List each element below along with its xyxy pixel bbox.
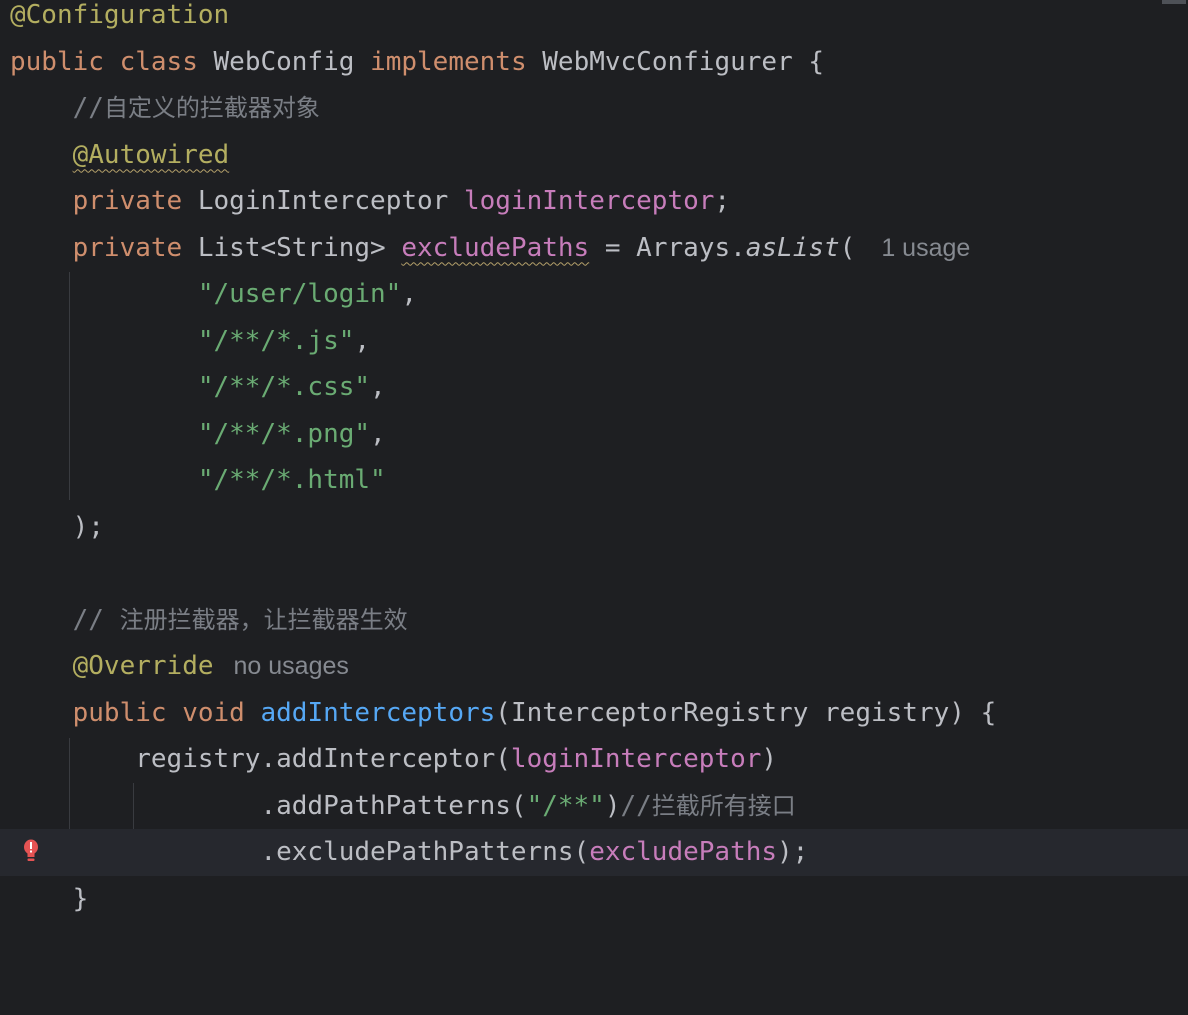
open-brace: { [808,46,825,77]
comma: , [401,279,417,309]
code-line-8: "/**/*.js", [0,318,1188,365]
code-line-2: public class WebConfig implements WebMvc… [0,39,1188,86]
class-name: WebConfig [213,46,355,77]
string-literal: "/**/*.css" [197,372,371,402]
keyword-class: class [119,46,198,77]
param-name: registry [824,697,950,728]
comma: , [370,372,386,402]
close-paren: ) [604,790,621,821]
type-list-string: List<String> [197,232,386,263]
code-line-9: "/**/*.css", [0,364,1188,411]
usage-hint[interactable]: 1 usage [881,234,970,262]
comma: , [370,418,386,449]
code-line-16: public void addInterceptors(InterceptorR… [0,690,1188,737]
keyword-implements: implements [370,46,527,77]
open-paren: ( [495,697,511,728]
field-login-interceptor: loginInterceptor [510,744,762,774]
keyword-private: private [72,186,183,216]
code-line-14: // 注册拦截器，让拦截器生效 [0,597,1188,644]
annotation-configuration: @Configuration [10,0,230,30]
method-add-interceptors: addInterceptors [260,697,496,728]
code-line-17: registry.addInterceptor(loginInterceptor… [0,736,1188,783]
code-line-4: @Autowired [0,132,1188,179]
usage-hint[interactable]: no usages [234,652,349,680]
code-line-5: private LoginInterceptor loginIntercepto… [0,178,1188,225]
keyword-public: public [72,697,167,728]
string-literal: "/**/*.html" [197,465,386,495]
close-paren: ) [761,744,778,774]
code-line-7: "/user/login", [0,271,1188,318]
code-line-1: @Configuration [0,0,1188,39]
code-line-12: ); [0,504,1188,551]
comment-prefix: // [72,604,104,635]
keyword-private: private [72,232,183,263]
field-exclude-paths: excludePaths [401,232,590,263]
semicolon: ; [714,186,731,216]
assign-operator: = [604,232,621,263]
code-line-11: "/**/*.html" [0,457,1188,504]
annotation-autowired: @Autowired [72,139,230,170]
comma: , [354,325,371,356]
field-login-interceptor: loginInterceptor [463,186,715,216]
code-line-6: private List<String> excludePaths = Arra… [0,225,1188,272]
comment-interceptor-object: 自定义的拦截器对象 [103,94,320,122]
type-login-interceptor: LoginInterceptor [197,186,449,216]
field-exclude-paths: excludePaths [589,837,778,867]
comment-intercept-all: 拦截所有接口 [651,791,796,820]
comment-prefix: // [620,790,652,821]
close-paren-semicolon: ); [72,511,104,542]
code-line-19: .excludePathPatterns(excludePaths); [0,829,1188,876]
code-line-10: "/**/*.png", [0,411,1188,458]
annotation-override: @Override [72,651,214,681]
code-line-15: @Override no usages [0,643,1188,690]
exclude-path-patterns-call: .excludePathPatterns( [260,837,590,867]
code-editor[interactable]: @Configuration public class WebConfig im… [0,0,1188,914]
keyword-void: void [182,697,245,728]
interface-name: WebMvcConfigurer [542,46,793,77]
keyword-public: public [10,46,104,77]
open-paren: ( [839,232,856,263]
close-paren-brace: ) { [949,697,997,728]
registry-call: registry.addInterceptor( [135,744,511,774]
string-literal: "/user/login" [197,279,402,309]
code-line-3: //自定义的拦截器对象 [0,85,1188,132]
comment-register-interceptor: 注册拦截器，让拦截器生效 [119,605,408,634]
add-path-patterns-call: .addPathPatterns( [260,790,527,821]
comment-prefix: // [72,93,104,123]
param-type: InterceptorRegistry [510,697,809,728]
code-line-20: } [0,876,1188,923]
close-brace: } [72,883,89,914]
string-literal: "/**/*.js" [197,325,355,356]
string-literal: "/**" [526,790,605,821]
string-literal: "/**/*.png" [197,418,371,449]
code-line-18: .addPathPatterns("/**")//拦截所有接口 [0,783,1188,830]
arrays-class: Arrays. [636,232,746,263]
close-paren-semicolon: ); [777,837,809,867]
scroll-marker[interactable] [1162,0,1186,4]
method-as-list: asList [745,232,840,263]
